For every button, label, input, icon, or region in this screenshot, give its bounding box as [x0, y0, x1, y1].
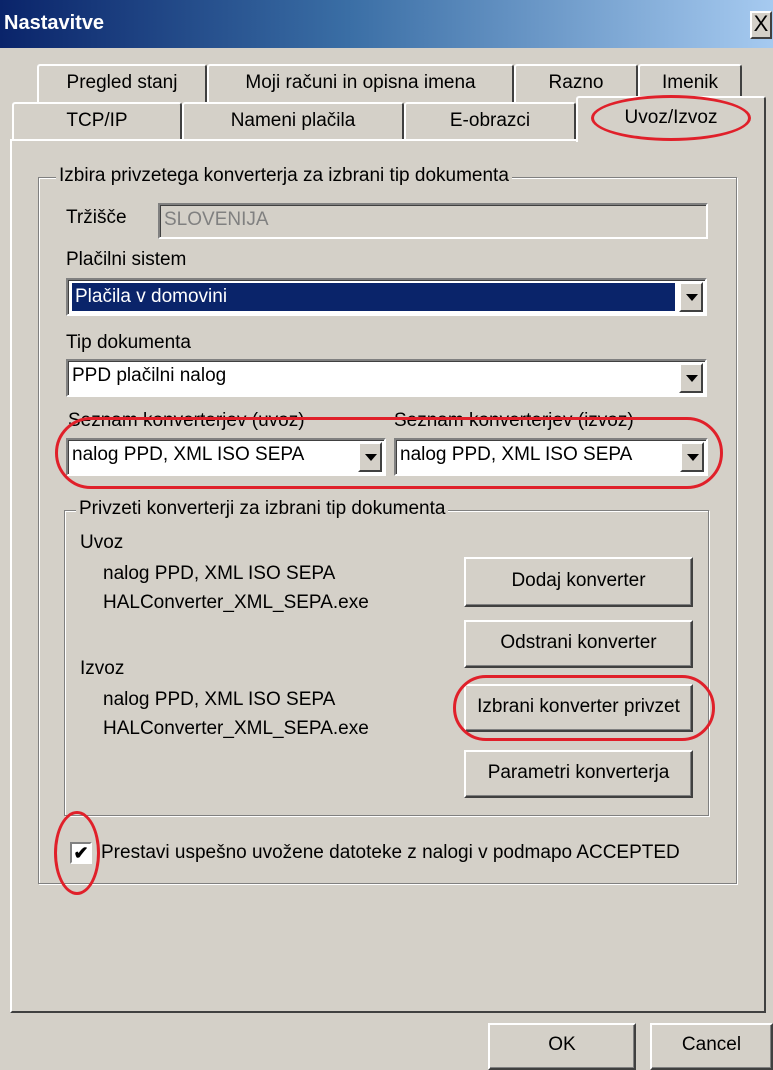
button-label: Dodaj konverter [511, 570, 646, 591]
import-converter-name: nalog PPD, XML ISO SEPA [103, 563, 336, 584]
close-button[interactable]: X [750, 11, 772, 39]
payment-system-value: Plačila v domovini [75, 286, 228, 307]
export-converter-select[interactable]: nalog PPD, XML ISO SEPA [394, 438, 708, 476]
export-converter-name: nalog PPD, XML ISO SEPA [103, 689, 336, 710]
button-label: OK [548, 1034, 576, 1055]
tab-label: Nameni plačila [230, 110, 356, 131]
doc-type-label: Tip dokumenta [66, 332, 191, 353]
tab-e-obrazci[interactable]: E-obrazci [404, 102, 576, 140]
button-label: Parametri konverterja [487, 762, 670, 783]
tab-uvoz-izvoz[interactable]: Uvoz/Izvoz [576, 96, 766, 142]
import-converter-value: nalog PPD, XML ISO SEPA [72, 444, 305, 465]
button-label: Cancel [681, 1034, 742, 1055]
import-converter-exe: HALConverter_XML_SEPA.exe [103, 592, 369, 613]
tab-label: Razno [548, 72, 604, 93]
tab-moji-racuni[interactable]: Moji računi in opisna imena [207, 64, 514, 102]
tab-label: Uvoz/Izvoz [624, 107, 718, 128]
doc-type-select[interactable]: PPD plačilni nalog [66, 359, 707, 397]
chevron-down-icon[interactable] [679, 363, 703, 393]
import-list-label: Seznam konverterjev (uvoz) [68, 410, 305, 431]
export-heading: Izvoz [80, 658, 125, 679]
cancel-button[interactable]: Cancel [650, 1023, 773, 1070]
market-value: SLOVENIJA [164, 209, 269, 230]
window-title: Nastavitve [4, 12, 105, 34]
tab-label: Moji računi in opisna imena [245, 72, 476, 93]
checkmark-icon: ✔ [73, 843, 89, 863]
button-label: Izbrani konverter privzet [477, 696, 680, 717]
market-field: SLOVENIJA [158, 203, 708, 239]
export-converter-exe: HALConverter_XML_SEPA.exe [103, 718, 369, 739]
tab-label: E-obrazci [449, 110, 531, 131]
group-title-default: Privzeti konverterji za izbrani tip doku… [76, 498, 449, 520]
market-label: Tržišče [66, 207, 127, 228]
tab-pregled-stanj[interactable]: Pregled stanj [37, 64, 207, 102]
add-converter-button[interactable]: Dodaj konverter [464, 557, 693, 607]
payment-system-select[interactable]: Plačila v domovini [66, 278, 707, 316]
ok-button[interactable]: OK [488, 1023, 636, 1070]
remove-converter-button[interactable]: Odstrani konverter [464, 620, 693, 668]
import-converter-select[interactable]: nalog PPD, XML ISO SEPA [66, 438, 386, 476]
button-label: Odstrani konverter [500, 632, 657, 653]
accepted-checkbox[interactable]: ✔ [70, 842, 92, 864]
accepted-checkbox-label: Prestavi uspešno uvožene datoteke z nalo… [101, 842, 680, 863]
doc-type-value: PPD plačilni nalog [72, 365, 227, 386]
payment-system-label: Plačilni sistem [66, 249, 187, 270]
chevron-down-icon[interactable] [679, 282, 703, 312]
export-list-label: Seznam konverterjev (izvoz) [394, 410, 634, 431]
converter-params-button[interactable]: Parametri konverterja [464, 750, 693, 798]
chevron-down-icon[interactable] [680, 442, 704, 472]
title-bar[interactable]: Nastavitve X [0, 0, 773, 48]
import-heading: Uvoz [80, 532, 124, 553]
chevron-down-icon[interactable] [358, 442, 382, 472]
tab-label: Pregled stanj [66, 72, 178, 93]
tab-tcp-ip[interactable]: TCP/IP [12, 102, 182, 140]
tab-label: TCP/IP [66, 110, 128, 131]
close-icon: X [753, 11, 769, 36]
export-converter-value: nalog PPD, XML ISO SEPA [400, 444, 633, 465]
set-default-converter-button[interactable]: Izbrani konverter privzet [464, 684, 693, 732]
group-title-selection: Izbira privzetega konverterja za izbrani… [56, 165, 512, 187]
tab-label: Imenik [662, 72, 718, 93]
tab-nameni-placila[interactable]: Nameni plačila [182, 102, 404, 140]
